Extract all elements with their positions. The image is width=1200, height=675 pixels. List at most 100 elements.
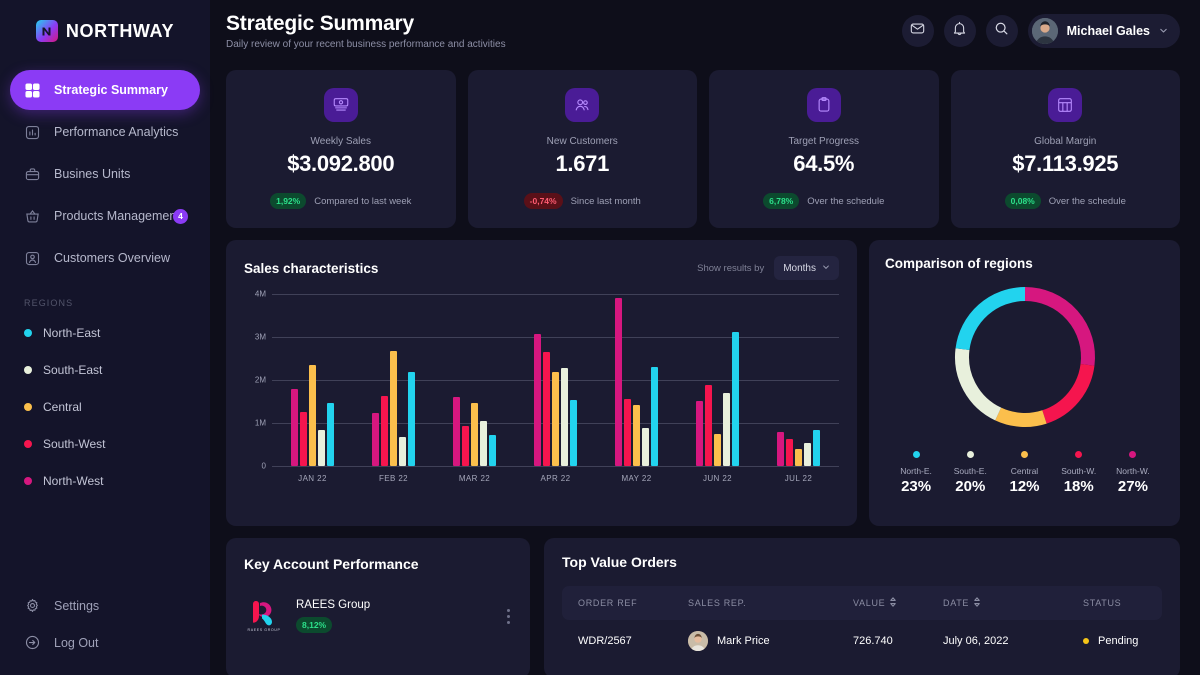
bar[interactable] xyxy=(651,367,658,466)
bar[interactable] xyxy=(489,435,496,466)
bar[interactable] xyxy=(462,426,469,466)
cell-order-ref: WDR/2567 xyxy=(578,635,632,647)
donut-segment-south-west[interactable] xyxy=(1041,363,1094,424)
y-tick-label: 1M xyxy=(254,418,266,428)
kpi-delta-badge: -0,74% xyxy=(523,193,563,209)
legend-label: South-W. xyxy=(1061,466,1097,476)
legend-item-south-west[interactable]: South-W. 18% xyxy=(1052,451,1106,495)
sidebar-item-log-out[interactable]: Log Out xyxy=(10,624,200,661)
search-button[interactable] xyxy=(985,15,1018,47)
sidebar-item-customers-overview[interactable]: Customers Overview xyxy=(10,238,200,278)
bar[interactable] xyxy=(471,403,478,466)
x-axis-labels: JAN 22 FEB 22 MAR 22 APR 22 MAY 22 JUN 22 JUL … xyxy=(272,474,839,483)
bar[interactable] xyxy=(534,334,541,466)
brand-logo[interactable]: NORTHWAY xyxy=(0,0,210,62)
bar[interactable] xyxy=(327,403,334,466)
bar[interactable] xyxy=(480,421,487,466)
column-header-value-label: VALUE xyxy=(853,598,886,608)
region-item-north-west[interactable]: North-West xyxy=(0,462,210,499)
region-label: Central xyxy=(43,399,82,414)
period-select[interactable]: Months xyxy=(774,256,839,280)
avatar xyxy=(1031,18,1058,44)
bar[interactable] xyxy=(381,396,388,466)
sidebar-item-busines-units[interactable]: Busines Units xyxy=(10,154,200,194)
bar[interactable] xyxy=(624,399,631,466)
status-badge: Pending xyxy=(1098,635,1139,647)
region-item-south-east[interactable]: South-East xyxy=(0,351,210,388)
mail-button[interactable] xyxy=(901,15,934,47)
bar[interactable] xyxy=(705,385,712,466)
legend-item-north-east[interactable]: North-E. 23% xyxy=(889,451,943,495)
donut-segment-central[interactable] xyxy=(994,407,1047,427)
region-color-dot xyxy=(24,365,32,374)
sidebar-item-performance-analytics[interactable]: Performance Analytics xyxy=(10,112,200,152)
donut-segment-north-west[interactable] xyxy=(1024,287,1095,366)
y-axis-labels: 4M 3M 2M 1M 0 xyxy=(244,290,266,471)
kpi-card-target-progress: Target Progress 64.5% 6,78% Over the sch… xyxy=(709,70,939,228)
sidebar-bottom-label: Log Out xyxy=(54,635,99,650)
page-title: Strategic Summary xyxy=(226,12,415,35)
legend-label: North-W. xyxy=(1116,466,1150,476)
kpi-label: Target Progress xyxy=(788,136,860,147)
bar-group xyxy=(758,294,839,466)
bar[interactable] xyxy=(723,393,730,466)
legend-item-central[interactable]: Central 12% xyxy=(997,451,1051,495)
table-row[interactable]: WDR/2567 Mark Price 726.740 July 06, 202… xyxy=(562,620,1162,662)
bar[interactable] xyxy=(777,432,784,466)
sidebar-item-label: Performance Analytics xyxy=(54,125,179,139)
region-item-north-east[interactable]: North-East xyxy=(0,314,210,351)
top-value-orders-card: Top Value Orders ORDER REF SALES REP. VA… xyxy=(544,538,1180,675)
donut-segment-north-east[interactable] xyxy=(955,287,1025,351)
chevron-down-icon xyxy=(1159,22,1168,40)
notifications-button[interactable] xyxy=(943,15,976,47)
bar[interactable] xyxy=(552,372,559,466)
region-item-central[interactable]: Central xyxy=(0,388,210,425)
mid-row: Sales characteristics Show results by Mo… xyxy=(226,240,1180,526)
bar[interactable] xyxy=(795,449,802,466)
bar[interactable] xyxy=(372,413,379,466)
bar[interactable] xyxy=(543,352,550,466)
sidebar-item-label: Products Management xyxy=(54,209,180,223)
bar[interactable] xyxy=(318,430,325,466)
bar[interactable] xyxy=(732,332,739,466)
bar[interactable] xyxy=(453,397,460,466)
y-tick-label: 0 xyxy=(261,461,266,471)
bar[interactable] xyxy=(561,368,568,466)
kpi-value: 1.671 xyxy=(555,151,610,176)
column-header-value[interactable]: VALUE xyxy=(853,597,943,609)
legend-item-south-east[interactable]: South-E. 20% xyxy=(943,451,997,495)
bar[interactable] xyxy=(786,439,793,466)
sidebar-item-strategic-summary[interactable]: Strategic Summary xyxy=(10,70,200,110)
user-menu[interactable]: Michael Gales xyxy=(1027,14,1180,48)
column-header-date[interactable]: DATE xyxy=(943,597,1083,609)
kpi-note: Since last month xyxy=(570,195,641,207)
bar[interactable] xyxy=(633,405,640,466)
kpi-delta-badge: 1,92% xyxy=(270,193,307,209)
region-item-south-west[interactable]: South-West xyxy=(0,425,210,462)
bar[interactable] xyxy=(570,400,577,466)
sort-icon xyxy=(889,597,897,609)
bar[interactable] xyxy=(291,389,298,466)
bar-group xyxy=(272,294,353,466)
donut-segment-south-east[interactable] xyxy=(954,348,1001,421)
bar[interactable] xyxy=(615,298,622,466)
bar[interactable] xyxy=(642,428,649,466)
key-account-row[interactable]: RAEES GROUP RAEES Group 8,12% xyxy=(244,596,512,636)
kebab-menu-icon[interactable] xyxy=(507,608,512,624)
bar[interactable] xyxy=(813,430,820,466)
bar[interactable] xyxy=(804,443,811,466)
sidebar-item-products-management[interactable]: Products Management 4 xyxy=(10,196,200,236)
x-tick-label: MAY 22 xyxy=(621,474,652,483)
bar[interactable] xyxy=(399,437,406,466)
bar[interactable] xyxy=(300,412,307,466)
x-tick-label: APR 22 xyxy=(540,474,571,483)
bar[interactable] xyxy=(696,401,703,466)
bar[interactable] xyxy=(390,351,397,466)
bar[interactable] xyxy=(408,372,415,466)
sidebar-item-settings[interactable]: Settings xyxy=(10,587,200,624)
bar[interactable] xyxy=(714,434,721,466)
legend-item-north-west[interactable]: North-W. 27% xyxy=(1106,451,1160,495)
key-account-info: RAEES Group 8,12% xyxy=(296,599,507,633)
bar[interactable] xyxy=(309,365,316,466)
main-area: Strategic Summary Daily review of your r… xyxy=(210,0,1200,675)
